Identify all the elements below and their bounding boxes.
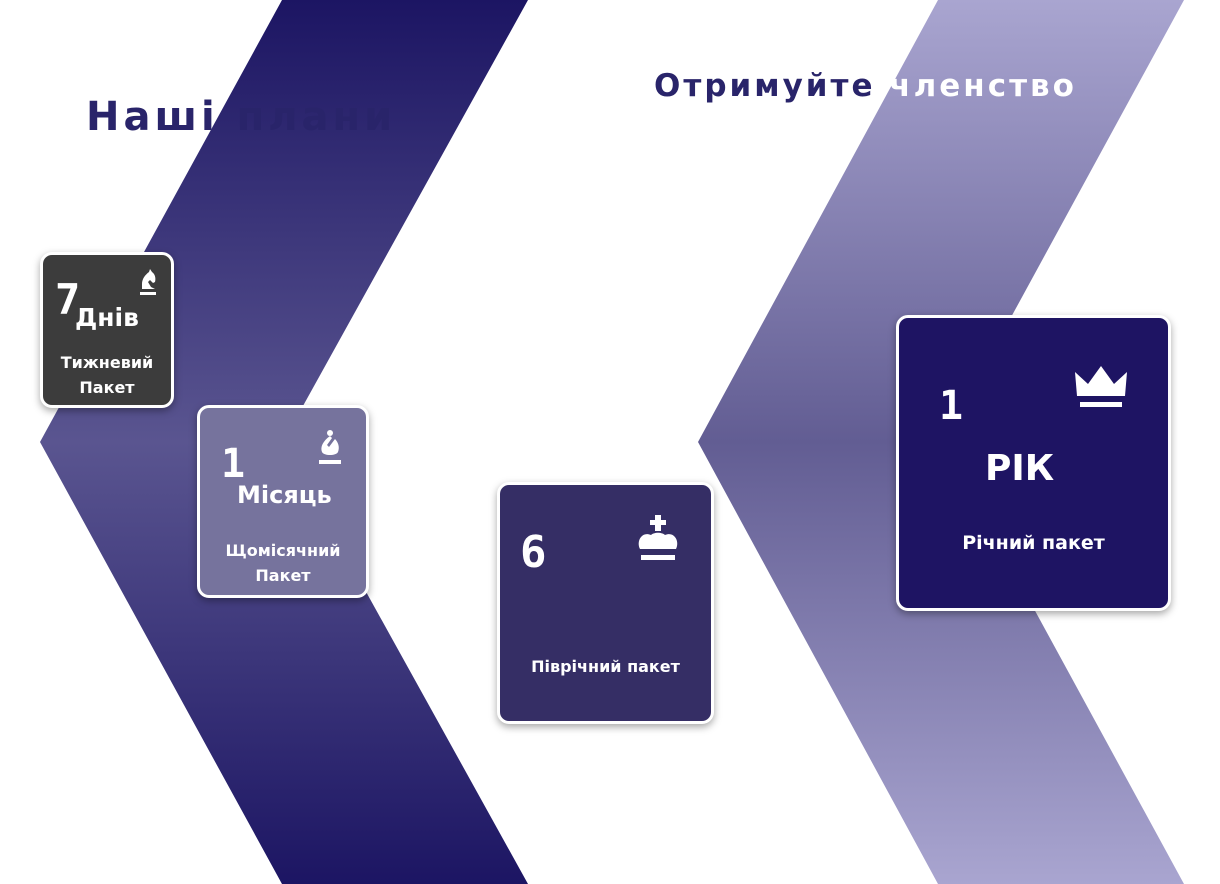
chess-king-icon xyxy=(638,515,678,560)
plan-description-line: Тижневий xyxy=(60,353,154,372)
plan-description-line: Щомісячний xyxy=(225,541,341,560)
plan-card-yearly[interactable]: 1 РІК Річний пакет xyxy=(896,315,1171,611)
plan-card-half-year[interactable]: 6 Піврічний пакет xyxy=(497,482,714,724)
plan-card-weekly[interactable]: 7 Днів Тижневий Пакет xyxy=(40,252,174,408)
crown-icon xyxy=(1075,366,1127,407)
plan-unit: Днів xyxy=(75,303,139,332)
chess-knight-icon xyxy=(140,269,156,295)
plan-description: Тижневий Пакет xyxy=(43,351,171,401)
plan-number: 1 xyxy=(939,383,964,429)
plan-unit: Місяць xyxy=(237,481,332,509)
plan-description-line: Пакет xyxy=(79,377,135,397)
plan-description: Річний пакет xyxy=(899,529,1168,558)
plans-heading: Наші плани xyxy=(86,94,397,140)
plan-description: Щомісячний Пакет xyxy=(200,539,366,589)
plan-description-line: Пакет xyxy=(255,565,311,585)
chess-bishop-icon xyxy=(319,430,341,464)
plan-description-line: Піврічний пакет xyxy=(531,657,680,676)
plan-description-line: Річний пакет xyxy=(962,532,1105,554)
plan-unit: РІК xyxy=(985,448,1055,489)
plan-description: Піврічний пакет xyxy=(500,655,711,680)
plan-number: 6 xyxy=(520,527,547,578)
plan-card-monthly[interactable]: 1 Місяць Щомісячний Пакет xyxy=(197,405,369,598)
membership-heading: Отримуйте членство xyxy=(654,68,1077,104)
plan-number: 1 xyxy=(221,441,246,487)
